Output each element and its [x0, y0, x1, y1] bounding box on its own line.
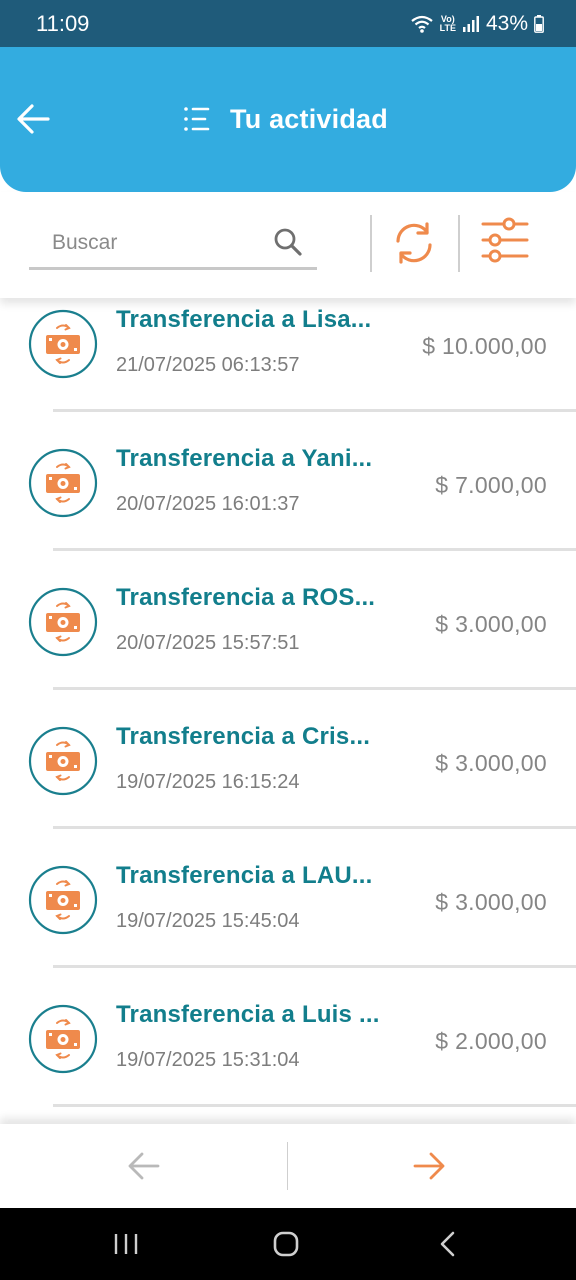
search-icon[interactable]: [272, 226, 304, 258]
transaction-title: Transferencia a ROS...: [116, 584, 376, 611]
app-header: Tu actividad: [0, 47, 576, 192]
list-item[interactable]: Transferencia a ROS... 20/07/2025 15:57:…: [0, 552, 576, 691]
money-transfer-icon: [28, 726, 98, 796]
transaction-amount: $ 2.000,00: [435, 1028, 547, 1054]
transaction-list: Transferencia a Lisa... 21/07/2025 06:13…: [0, 298, 576, 1124]
battery-percent: 43%: [485, 12, 528, 35]
transaction-amount: $ 3.000,00: [435, 750, 547, 776]
money-transfer-icon: [28, 587, 98, 657]
status-icons: Vo) LTE 43%: [410, 10, 544, 38]
list-item[interactable]: Transferencia a Cris... 19/07/2025 16:15…: [0, 691, 576, 830]
next-page-button[interactable]: [409, 1146, 449, 1186]
pager-divider: [287, 1142, 288, 1190]
home-icon[interactable]: [270, 1228, 302, 1260]
transaction-title: Transferencia a LAU...: [116, 862, 373, 889]
transaction-amount: $ 10.000,00: [422, 333, 547, 359]
row-divider: [53, 409, 576, 412]
list-item[interactable]: Transferencia a Lisa... 21/07/2025 06:13…: [0, 298, 576, 413]
row-divider: [53, 826, 576, 829]
transaction-title: Transferencia a Yani...: [116, 445, 373, 472]
row-divider: [53, 965, 576, 968]
back-button[interactable]: [14, 99, 54, 139]
status-time: 11:09: [36, 11, 90, 36]
toolbar-divider: [458, 215, 460, 272]
money-transfer-icon: [28, 448, 98, 518]
arrow-left-icon: [128, 1152, 160, 1180]
transaction-title: Transferencia a Lisa...: [116, 306, 372, 333]
list-item[interactable]: Transferencia a Luis ... 19/07/2025 15:3…: [0, 969, 576, 1108]
transaction-date: 19/07/2025 15:45:04: [116, 910, 300, 932]
search-toolbar: [0, 192, 576, 298]
row-divider: [53, 1104, 576, 1107]
transaction-amount: $ 3.000,00: [435, 889, 547, 915]
list-icon: [184, 107, 210, 131]
transaction-title: Transferencia a Cris...: [116, 723, 371, 750]
toolbar-divider: [370, 215, 372, 272]
row-divider: [53, 687, 576, 690]
search-input[interactable]: [29, 226, 259, 260]
lte-label: LTE: [439, 23, 456, 33]
recent-apps-icon[interactable]: [110, 1228, 142, 1260]
page-title: Tu actividad: [230, 103, 388, 134]
system-nav-bar: [0, 1208, 576, 1280]
arrow-left-icon: [17, 104, 50, 134]
wifi-icon: [410, 15, 433, 33]
battery-icon: [534, 15, 544, 33]
back-nav-icon[interactable]: [432, 1228, 464, 1260]
list-item[interactable]: Transferencia a Yani... 20/07/2025 16:01…: [0, 413, 576, 552]
row-divider: [53, 548, 576, 551]
filter-button[interactable]: [478, 214, 532, 268]
transaction-amount: $ 3.000,00: [435, 611, 547, 637]
status-bar: 11:09 Vo) LTE 43%: [0, 0, 576, 47]
pagination: [0, 1124, 576, 1208]
list-item[interactable]: Transferencia a LAU... 19/07/2025 15:45:…: [0, 830, 576, 969]
transaction-date: 20/07/2025 15:57:51: [116, 632, 300, 654]
search-field: [29, 216, 317, 270]
money-transfer-icon: [28, 309, 98, 379]
arrow-right-icon: [413, 1152, 445, 1180]
sliders-icon: [481, 217, 529, 263]
header-title-group: Tu actividad: [182, 101, 388, 137]
transaction-date: 19/07/2025 15:31:04: [116, 1049, 300, 1071]
signal-icon: [462, 16, 479, 32]
volte-icon: Vo) LTE: [440, 15, 456, 33]
transaction-title: Transferencia a Luis ...: [116, 1001, 380, 1028]
refresh-icon: [396, 222, 432, 264]
previous-page-button[interactable]: [124, 1146, 164, 1186]
refresh-button[interactable]: [389, 218, 439, 268]
money-transfer-icon: [28, 1004, 98, 1074]
screen: 11:09 Vo) LTE 43% Tu actividad Buscar Tr…: [0, 0, 576, 1280]
transaction-date: 21/07/2025 06:13:57: [116, 354, 300, 376]
transaction-date: 19/07/2025 16:15:24: [116, 771, 300, 793]
money-transfer-icon: [28, 865, 98, 935]
transaction-date: 20/07/2025 16:01:37: [116, 493, 300, 515]
transaction-amount: $ 7.000,00: [435, 472, 547, 498]
